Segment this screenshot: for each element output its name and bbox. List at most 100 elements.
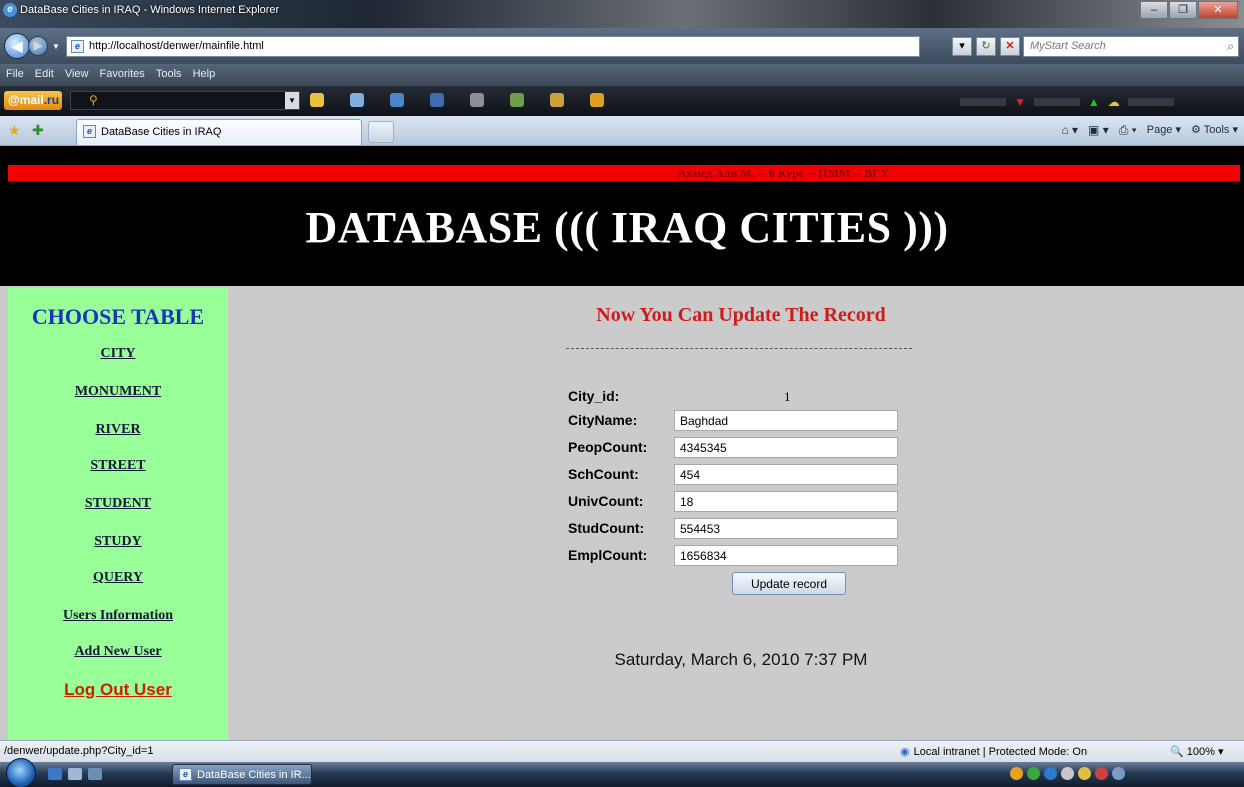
zoom-control[interactable]: 🔍 100% ▾: [1170, 745, 1223, 758]
favorites-star-icon[interactable]: ★: [8, 122, 21, 139]
tab-label: DataBase Cities in IRAQ: [101, 126, 222, 138]
taskbar: e DataBase Cities in IR...: [0, 758, 1244, 787]
home-icon[interactable]: ⌂ ▾: [1061, 123, 1078, 138]
sidebar-link-add-new-user[interactable]: Add New User: [8, 644, 228, 660]
status-bar: /denwer/update.php?City_id=1 ◉ Local intr…: [0, 740, 1244, 762]
page-icon: e: [71, 40, 84, 53]
tools-menu[interactable]: ⚙ Tools ▾: [1191, 123, 1238, 138]
refresh-button[interactable]: ↻: [976, 37, 996, 56]
camera-icon[interactable]: [470, 93, 484, 107]
close-button[interactable]: ✕: [1198, 1, 1238, 19]
arrow-down-icon: ▼: [1014, 95, 1026, 109]
sidebar-link-river[interactable]: RIVER: [8, 422, 228, 438]
sidebar-title: CHOOSE TABLE: [31, 304, 205, 329]
ie-icon: e: [3, 3, 17, 17]
sch-count-label: SchCount:: [568, 466, 639, 482]
tray-icon[interactable]: [1095, 767, 1108, 780]
volume-icon[interactable]: [1112, 767, 1125, 780]
start-button[interactable]: [6, 758, 36, 787]
system-tray: [1010, 767, 1125, 780]
minimize-button[interactable]: ‒: [1140, 1, 1168, 19]
security-zone[interactable]: ◉ Local intranet | Protected Mode: On: [900, 745, 1087, 758]
ie-icon: e: [83, 125, 96, 138]
stud-count-field[interactable]: [674, 518, 898, 539]
tray-icon[interactable]: [1010, 767, 1023, 780]
univ-count-field[interactable]: [674, 491, 898, 512]
sidebar-link-study[interactable]: STUDY: [8, 534, 228, 550]
current-datetime: Saturday, March 6, 2010 7:37 PM: [614, 650, 868, 669]
logout-link[interactable]: Log Out User: [8, 680, 228, 700]
window-icon[interactable]: [350, 93, 364, 107]
stud-count-label: StudCount:: [568, 520, 645, 536]
people-icon[interactable]: [390, 93, 404, 107]
update-heading: Now You Can Update The Record: [596, 304, 886, 326]
window-title-bar: e DataBase Cities in IRAQ - Windows Inte…: [0, 0, 1244, 28]
sidebar-link-monument[interactable]: MONUMENT: [8, 384, 228, 400]
city-name-label: CityName:: [568, 412, 638, 428]
empl-count-field[interactable]: [674, 545, 898, 566]
network-icon[interactable]: [88, 768, 102, 780]
menu-tools[interactable]: Tools: [156, 68, 182, 80]
edit-icon[interactable]: [310, 93, 324, 107]
recent-pages-dropdown[interactable]: ▼: [52, 42, 60, 51]
mailru-toolbar: @mail.ru ⚲ ▼ ▼ ▲ ☁: [0, 86, 1244, 116]
add-favorites-icon[interactable]: ✚: [32, 122, 44, 139]
menu-help[interactable]: Help: [193, 68, 216, 80]
game-icon[interactable]: [590, 93, 604, 107]
status-url: /denwer/update.php?City_id=1: [4, 745, 154, 757]
feeds-icon[interactable]: ▣ ▾: [1088, 123, 1109, 138]
sch-count-field[interactable]: [674, 464, 898, 485]
sidebar: CHOOSE TABLE CITY MONUMENT RIVER STREET …: [8, 288, 228, 740]
search-box[interactable]: MyStart Search ⌕: [1023, 36, 1239, 57]
maximize-button[interactable]: ❐: [1169, 1, 1197, 19]
city-id-label: City_id:: [568, 388, 620, 404]
page-header: Ахмед Али М. -- 6 Курс -- ПММ -- ВГУ DAT…: [0, 146, 1244, 286]
univ-count-label: UnivCount:: [568, 493, 644, 509]
peop-count-field[interactable]: [674, 437, 898, 458]
tools-menu-label: Tools: [1203, 124, 1230, 136]
sidebar-link-query[interactable]: QUERY: [8, 570, 228, 586]
back-button[interactable]: ◀: [4, 33, 30, 59]
address-row: ◀ ▶ ▼ e http://localhost/denwer/mainfile…: [0, 28, 1244, 64]
sidebar-link-student[interactable]: STUDENT: [8, 496, 228, 512]
tray-icon[interactable]: [1027, 767, 1040, 780]
sidebar-link-users-information[interactable]: Users Information: [8, 608, 228, 624]
window-title: DataBase Cities in IRAQ - Windows Intern…: [20, 4, 280, 16]
tray-icon[interactable]: [1078, 767, 1091, 780]
tray-icon[interactable]: [1061, 767, 1074, 780]
menu-bar: File Edit View Favorites Tools Help: [0, 64, 1244, 86]
menu-edit[interactable]: Edit: [35, 68, 54, 80]
photo-icon[interactable]: [510, 93, 524, 107]
stop-button[interactable]: ✕: [1000, 37, 1020, 56]
forward-button[interactable]: ▶: [28, 36, 48, 56]
show-desktop-icon[interactable]: [48, 768, 62, 780]
currency-indicator: [1033, 98, 1080, 106]
weather-icon[interactable]: [550, 93, 564, 107]
menu-view[interactable]: View: [65, 68, 89, 80]
sidebar-link-street[interactable]: STREET: [8, 458, 228, 474]
new-tab-button[interactable]: [368, 121, 394, 143]
address-url[interactable]: http://localhost/denwer/mainfile.html: [89, 40, 264, 52]
divider: [566, 348, 912, 349]
city-name-field[interactable]: [674, 410, 898, 431]
menu-favorites[interactable]: Favorites: [100, 68, 145, 80]
mailru-logo[interactable]: @mail.ru: [4, 91, 62, 110]
address-bar[interactable]: e http://localhost/denwer/mainfile.html: [66, 36, 920, 57]
taskbar-ie-window[interactable]: e DataBase Cities in IR...: [172, 764, 312, 785]
chat-icon[interactable]: [430, 93, 444, 107]
print-icon[interactable]: ⎙ ▾: [1119, 123, 1137, 138]
search-icon[interactable]: ⌕: [1227, 39, 1234, 54]
page-menu[interactable]: Page ▾: [1147, 123, 1181, 138]
tab-active[interactable]: e DataBase Cities in IRAQ: [76, 119, 362, 145]
menu-file[interactable]: File: [6, 68, 24, 80]
chevron-down-icon[interactable]: ▼: [285, 92, 299, 109]
peop-count-label: PeopCount:: [568, 439, 648, 455]
mailru-search-field[interactable]: ⚲ ▼: [70, 91, 300, 110]
address-dropdown[interactable]: ▾: [952, 37, 972, 56]
page-title: DATABASE ((( IRAQ CITIES ))): [305, 203, 949, 252]
sidebar-link-city[interactable]: CITY: [8, 346, 228, 362]
weather-icon[interactable]: ☁: [1108, 95, 1120, 109]
switch-windows-icon[interactable]: [68, 768, 82, 780]
update-record-button[interactable]: Update record: [732, 572, 846, 595]
tray-icon[interactable]: [1044, 767, 1057, 780]
